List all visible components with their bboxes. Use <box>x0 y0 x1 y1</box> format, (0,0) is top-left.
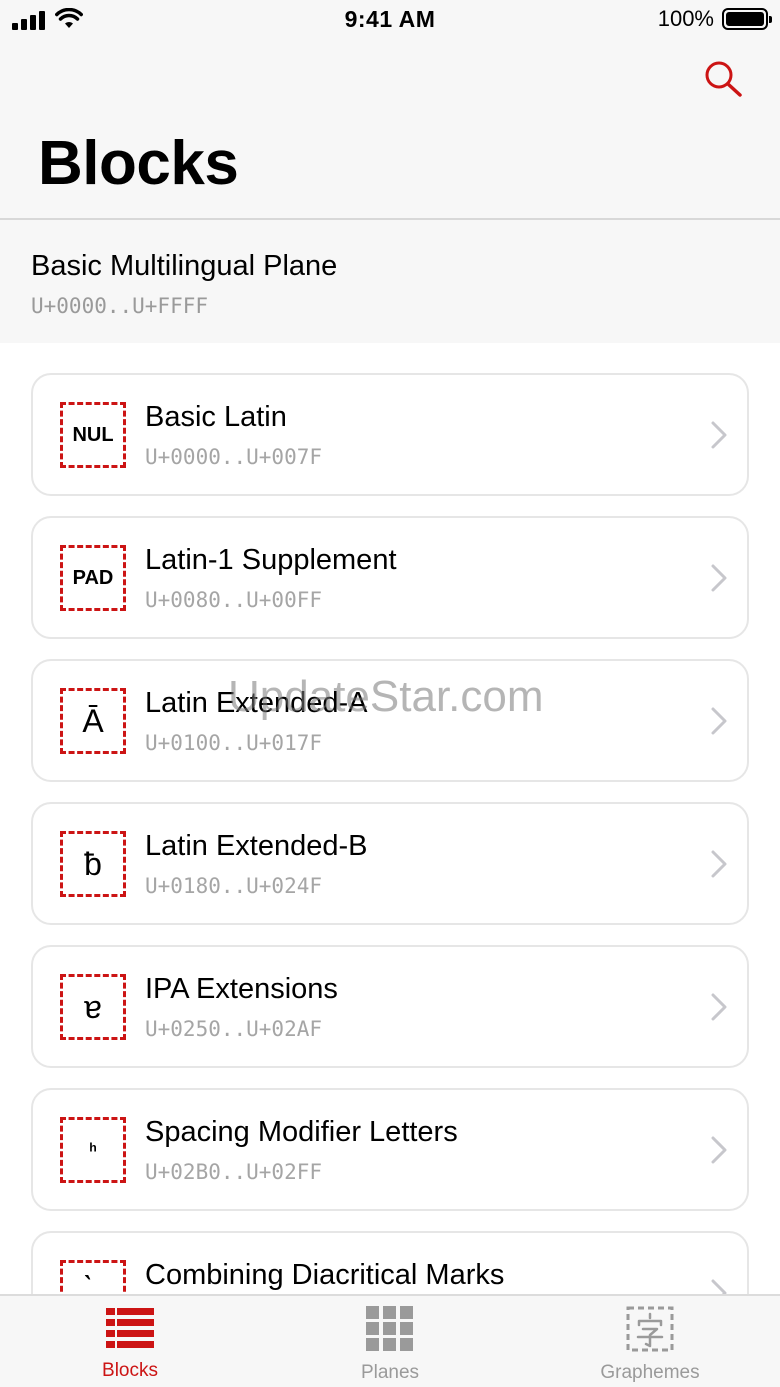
block-name: Combining Diacritical Marks <box>145 1259 505 1291</box>
chevron-right-icon <box>711 850 727 878</box>
block-glyph: ʰ <box>60 1117 126 1183</box>
chevron-right-icon <box>711 564 727 592</box>
tab-bar: Blocks Planes Graphemes <box>0 1294 780 1387</box>
block-name: Basic Latin <box>145 401 287 433</box>
block-range: U+0000..U+007F <box>145 445 323 469</box>
block-name: IPA Extensions <box>145 973 338 1005</box>
plane-name: Basic Multilingual Plane <box>31 250 338 282</box>
tab-label: Graphemes <box>600 1362 700 1383</box>
block-row[interactable]: ʰ Spacing Modifier Letters U+02B0..U+02F… <box>31 1088 749 1211</box>
tab-label: Blocks <box>102 1360 158 1381</box>
block-range: U+02B0..U+02FF <box>145 1160 323 1184</box>
block-name: Latin Extended-A <box>145 687 368 719</box>
search-button[interactable] <box>702 58 746 102</box>
grid-icon <box>366 1306 413 1351</box>
page-title: Blocks <box>38 129 239 198</box>
tab-blocks[interactable]: Blocks <box>50 1306 210 1382</box>
block-row[interactable]: ƀ Latin Extended-B U+0180..U+024F <box>31 802 749 925</box>
tab-label: Planes <box>360 1362 420 1383</box>
block-glyph: ̀ <box>60 1260 126 1294</box>
block-glyph: ƀ <box>60 831 126 897</box>
tab-graphemes[interactable]: Graphemes <box>570 1306 730 1384</box>
status-bar: 9:41 AM 100% <box>0 0 780 40</box>
block-name: Spacing Modifier Letters <box>145 1116 458 1148</box>
block-glyph: Ā <box>60 688 126 754</box>
search-icon <box>705 61 742 97</box>
block-glyph: PAD <box>60 545 126 611</box>
block-name: Latin Extended-B <box>145 830 368 862</box>
block-range: U+0080..U+00FF <box>145 588 323 612</box>
block-row[interactable]: NUL Basic Latin U+0000..U+007F <box>31 373 749 496</box>
block-row[interactable]: Ā Latin Extended-A U+0100..U+017F <box>31 659 749 782</box>
block-range: U+0100..U+017F <box>145 731 323 755</box>
battery-icon <box>722 8 772 30</box>
grapheme-icon <box>626 1306 674 1352</box>
block-row[interactable]: ̀ Combining Diacritical Marks <box>31 1231 749 1294</box>
block-range: U+0180..U+024F <box>145 874 323 898</box>
chevron-right-icon <box>711 421 727 449</box>
chevron-right-icon <box>711 993 727 1021</box>
chevron-right-icon <box>711 1279 727 1294</box>
blocks-list[interactable]: NUL Basic Latin U+0000..U+007F PAD Latin… <box>0 343 780 1294</box>
battery-percent: 100% <box>657 6 714 31</box>
list-icon <box>106 1308 154 1348</box>
status-right: 100% <box>657 6 772 32</box>
chevron-right-icon <box>711 707 727 735</box>
chevron-right-icon <box>711 1136 727 1164</box>
block-glyph: ɐ <box>60 974 126 1040</box>
block-row[interactable]: ɐ IPA Extensions U+0250..U+02AF <box>31 945 749 1068</box>
block-range: U+0250..U+02AF <box>145 1017 323 1041</box>
plane-range: U+0000..U+FFFF <box>31 294 209 318</box>
tab-planes[interactable]: Planes <box>310 1306 470 1384</box>
header-divider <box>0 218 780 220</box>
block-glyph: NUL <box>60 402 126 468</box>
block-row[interactable]: PAD Latin-1 Supplement U+0080..U+00FF <box>31 516 749 639</box>
block-name: Latin-1 Supplement <box>145 544 397 576</box>
